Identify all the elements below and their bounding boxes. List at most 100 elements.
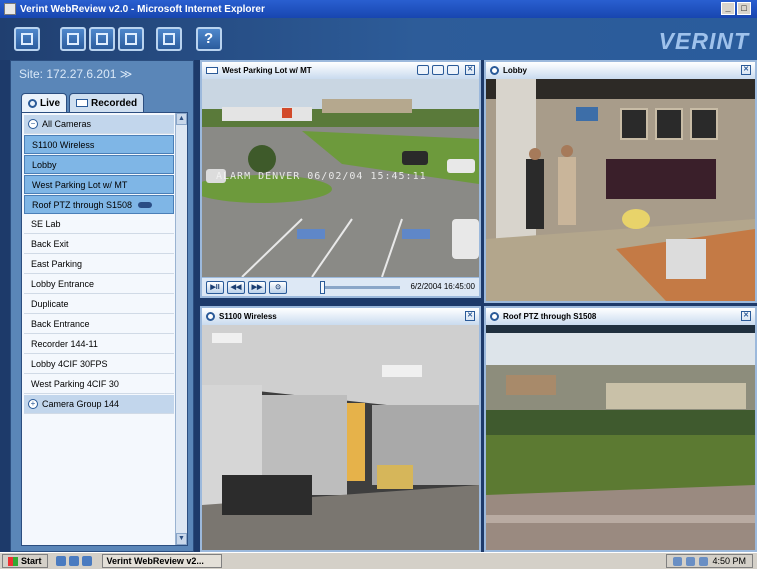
- video-tile-west-parking[interactable]: West Parking Lot w/ MT ✕ ALARM DENVER 06…: [200, 60, 481, 298]
- play-pause-button[interactable]: ▶II: [206, 280, 224, 294]
- tile-title: Roof PTZ through S1508: [503, 312, 597, 321]
- system-tray: 4:50 PM: [666, 554, 753, 568]
- tab-live-label: Live: [40, 97, 61, 109]
- site-selector[interactable]: Site: 172.27.6.201 ≫: [19, 67, 132, 81]
- tile-header: S1100 Wireless ✕: [202, 308, 479, 325]
- verint-logo: VERINT: [658, 28, 749, 54]
- camera-list-item[interactable]: Duplicate: [24, 295, 174, 314]
- playback-bar: ▶II ◀◀ ▶▶ ⊙ 6/2/2004 16:45:00: [202, 277, 479, 296]
- camera-label: Lobby: [32, 159, 57, 170]
- camera-label: West Parking 4CIF 30: [31, 379, 119, 389]
- close-icon[interactable]: ✕: [465, 311, 475, 321]
- alarm-overlay: ALARM DENVER 06/02/04 15:45:11: [216, 171, 427, 182]
- camera-list-scrollbar[interactable]: ▲ ▼: [175, 113, 187, 545]
- fast-forward-button[interactable]: ▶▶: [248, 280, 266, 294]
- camera-label: SE Lab: [31, 219, 61, 229]
- camera-label: East Parking: [31, 259, 83, 269]
- camera-label: Lobby Entrance: [31, 279, 95, 289]
- camera-list: ▲ ▼ − All Cameras S1100 Wireless Lobby West …: [21, 112, 188, 546]
- camera-label: Back Exit: [31, 239, 69, 249]
- export-button[interactable]: [156, 27, 182, 51]
- window-controls: _ □: [721, 2, 751, 15]
- scroll-down-icon[interactable]: ▼: [176, 533, 187, 545]
- camera-label: Back Entrance: [31, 319, 90, 329]
- roof-scene: [486, 325, 755, 550]
- tile-header: West Parking Lot w/ MT ✕: [202, 62, 479, 79]
- camera-list-item[interactable]: Roof PTZ through S1508: [24, 195, 174, 214]
- close-icon[interactable]: ✕: [465, 65, 475, 75]
- camera-group-item[interactable]: + Camera Group 144: [24, 395, 174, 414]
- camera-group-item[interactable]: − All Cameras: [24, 115, 174, 134]
- camera-list-item[interactable]: West Parking Lot w/ MT: [24, 175, 174, 194]
- tab-live[interactable]: Live: [21, 93, 68, 112]
- single-view-button[interactable]: [14, 27, 40, 51]
- camera-list-item[interactable]: S1100 Wireless: [24, 135, 174, 154]
- recorded-icon: [76, 99, 89, 107]
- camera-list-item[interactable]: Lobby 4CIF 30FPS: [24, 355, 174, 374]
- settings-icon[interactable]: [432, 65, 444, 75]
- timeline-slider[interactable]: [320, 280, 400, 294]
- camera-list-item[interactable]: East Parking: [24, 255, 174, 274]
- app-window: Verint WebReview v2.0 - Microsoft Intern…: [0, 0, 757, 569]
- security-icon[interactable]: [699, 556, 709, 566]
- camera-list-item[interactable]: Back Entrance: [24, 315, 174, 334]
- playback-timestamp: 6/2/2004 16:45:00: [410, 282, 475, 291]
- grid-view-button[interactable]: [89, 27, 115, 51]
- help-button[interactable]: ?: [196, 27, 222, 51]
- timeline-knob[interactable]: [320, 280, 325, 294]
- multi-view-button[interactable]: [118, 27, 144, 51]
- taskbar-window-button[interactable]: Verint WebReview v2...: [101, 554, 222, 568]
- camera-list-item[interactable]: Recorder 144-11: [24, 335, 174, 354]
- scroll-up-icon[interactable]: ▲: [176, 113, 187, 125]
- view-tabs: Live Recorded: [21, 93, 145, 112]
- help-icon: ?: [204, 30, 214, 47]
- camera-label: Lobby 4CIF 30FPS: [31, 359, 108, 369]
- camera-label: Recorder 144-11: [31, 339, 98, 349]
- multi-view-icon: [125, 33, 137, 45]
- camera-list-item[interactable]: SE Lab: [24, 215, 174, 234]
- live-sync-button[interactable]: ⊙: [269, 280, 287, 294]
- minimize-button[interactable]: _: [721, 2, 735, 15]
- close-icon[interactable]: ✕: [741, 311, 751, 321]
- collapse-icon[interactable]: −: [28, 119, 38, 129]
- close-icon[interactable]: ✕: [741, 65, 751, 75]
- volume-icon[interactable]: [686, 556, 696, 566]
- start-label: Start: [21, 556, 42, 566]
- tab-recorded[interactable]: Recorded: [69, 93, 145, 112]
- expand-icon[interactable]: +: [28, 399, 38, 409]
- camera-label: All Cameras: [42, 119, 92, 129]
- live-icon: [28, 98, 37, 108]
- quad-view-button[interactable]: [60, 27, 86, 51]
- desktop-icon[interactable]: [55, 556, 66, 566]
- camera-label: S1100 Wireless: [32, 139, 95, 150]
- camera-list-item[interactable]: Lobby: [24, 155, 174, 174]
- maximize-button[interactable]: □: [737, 2, 751, 15]
- tab-recorded-label: Recorded: [91, 97, 138, 109]
- window-titlebar: Verint WebReview v2.0 - Microsoft Intern…: [0, 0, 757, 18]
- ie-launch-icon[interactable]: [68, 556, 79, 566]
- video-tile-s1100-wireless[interactable]: S1100 Wireless ✕: [200, 306, 481, 552]
- start-button[interactable]: Start: [2, 554, 48, 568]
- video-tile-lobby[interactable]: Lobby ✕: [484, 60, 757, 303]
- camera-label: Camera Group 144: [42, 399, 120, 409]
- camera-list-item[interactable]: Back Exit: [24, 235, 174, 254]
- camera-label: Duplicate: [31, 299, 69, 309]
- tile-title: S1100 Wireless: [219, 312, 277, 321]
- explorer-icon[interactable]: [81, 556, 92, 566]
- video-feed: [486, 325, 755, 550]
- tile-tools: [417, 65, 459, 75]
- tile-title: Lobby: [503, 66, 527, 75]
- windows-taskbar: Start Verint WebReview v2... 4:50 PM: [0, 552, 757, 569]
- network-icon[interactable]: [673, 556, 683, 566]
- tile-header: Lobby ✕: [486, 62, 755, 79]
- rewind-button[interactable]: ◀◀: [227, 280, 245, 294]
- video-tile-roof-ptz[interactable]: Roof PTZ through S1508 ✕: [484, 306, 757, 552]
- tile-header: Roof PTZ through S1508 ✕: [486, 308, 755, 325]
- quick-launch: [55, 556, 92, 566]
- ptz-indicator-icon: [138, 201, 153, 208]
- ptz-icon[interactable]: [447, 65, 459, 75]
- camera-list-item[interactable]: West Parking 4CIF 30: [24, 375, 174, 394]
- camera-list-item[interactable]: Lobby Entrance: [24, 275, 174, 294]
- snapshot-icon[interactable]: [417, 65, 429, 75]
- office-scene: [202, 325, 479, 550]
